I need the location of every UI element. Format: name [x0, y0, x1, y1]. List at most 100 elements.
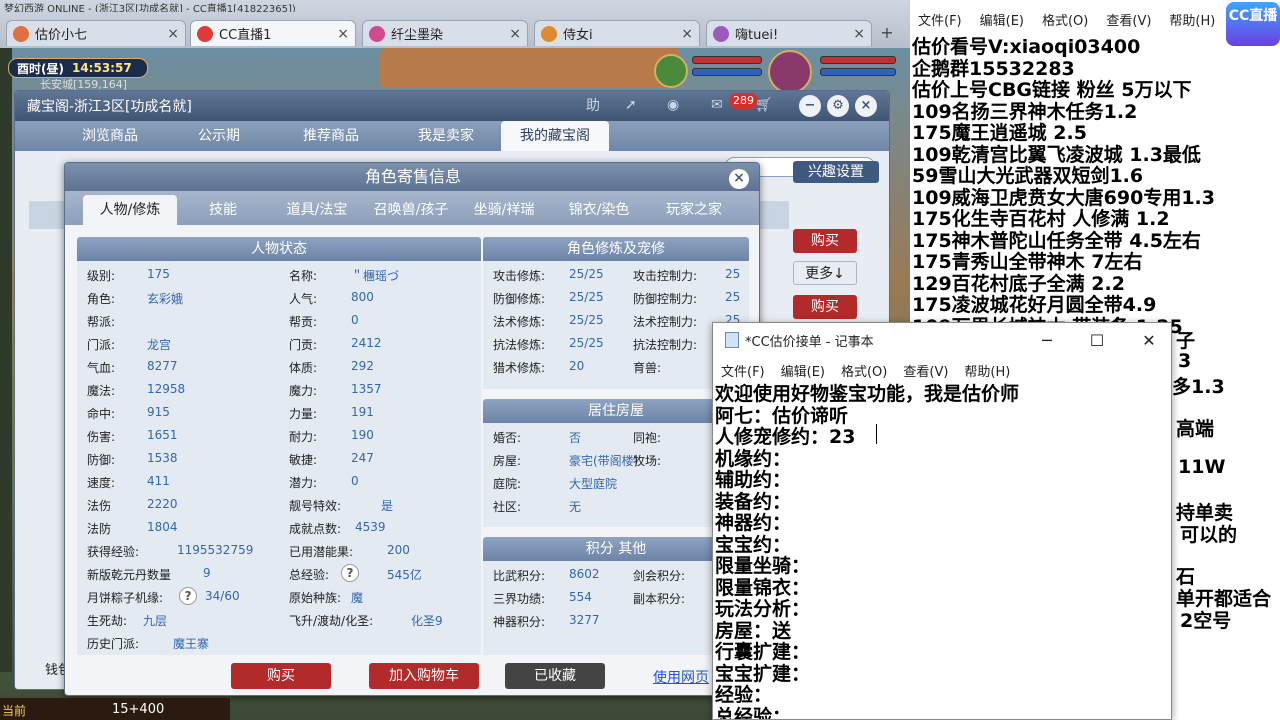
cc-live-logo: CC直播 [1226, 2, 1280, 46]
status-row: 名称: ＂檲瑶づ [289, 267, 479, 287]
status-row: 速度: 411 [87, 474, 277, 494]
pet-hp-bar [692, 56, 762, 64]
info-value-2: 25 [725, 290, 741, 304]
tab-mounts[interactable]: 坐骑/祥瑞 [459, 195, 549, 225]
menu-help[interactable]: 帮助(H) [964, 361, 1010, 380]
nav-seller[interactable]: 我是卖家 [393, 121, 499, 151]
menu-file[interactable]: 文件(F) [918, 10, 962, 29]
tab-cc-live[interactable]: CC直播1 × [190, 20, 356, 46]
nav-publicity[interactable]: 公示期 [169, 121, 269, 151]
info-key: 社区: [493, 500, 522, 514]
notepad-bg-line-partial: 2空号 [1180, 610, 1232, 632]
help-button[interactable]: 助 [581, 95, 605, 117]
cbg-nav: 浏览商品 公示期 推荐商品 我是卖家 我的藏宝阁 ⌕ [15, 121, 889, 177]
status-key: 防御: [87, 453, 116, 467]
settings-button[interactable]: ⚙ [827, 95, 849, 117]
info-value: 8602 [569, 567, 600, 581]
menu-format[interactable]: 格式(O) [841, 361, 887, 380]
house-section-title: 居住房屋 [483, 399, 749, 423]
status-key: 法伤 [87, 499, 112, 513]
menu-edit[interactable]: 编辑(E) [980, 10, 1024, 29]
buy-button-1[interactable]: 购买 [793, 229, 857, 253]
tab-home[interactable]: 玩家之家 [649, 195, 739, 225]
help-icon[interactable]: ? [341, 564, 359, 582]
message-icon[interactable]: ✉ [711, 97, 731, 115]
new-tab-button[interactable]: + [876, 23, 898, 43]
info-key-2: 法术控制力: [633, 315, 698, 329]
tab-items[interactable]: 道具/法宝 [271, 195, 363, 225]
close-icon[interactable]: × [509, 26, 521, 42]
nav-my-cbg[interactable]: 我的藏宝阁 [501, 121, 609, 151]
menu-view[interactable]: 查看(V) [1106, 10, 1151, 29]
more-button[interactable]: 更多↓ [793, 261, 857, 285]
info-value: 25/25 [569, 267, 604, 281]
tab-favicon-icon [13, 25, 29, 42]
add-to-cart-button[interactable]: 加入购物车 [369, 663, 479, 689]
status-row: 人气: 800 [289, 290, 479, 310]
status-key: 门贡: [289, 338, 318, 352]
tab-gujia-xiaoqi[interactable]: 估价小七 × [6, 20, 186, 46]
menu-file[interactable]: 文件(F) [721, 361, 765, 380]
tab-outfit[interactable]: 锦衣/染色 [553, 195, 645, 225]
close-icon[interactable]: × [681, 26, 693, 42]
nav-recommend[interactable]: 推荐商品 [273, 121, 389, 151]
menu-help[interactable]: 帮助(H) [1169, 10, 1215, 29]
tab-shinv[interactable]: 侍女i × [534, 20, 700, 46]
status-value: 34/60 [205, 589, 240, 603]
status-value: 8277 [147, 359, 178, 373]
browser-tab-bar: 梦幻西游 ONLINE - (浙江3区[功成名就] - CC直播1[418223… [0, 0, 910, 48]
close-icon[interactable]: × [337, 26, 349, 42]
status-key: 敏捷: [289, 453, 318, 467]
game-clock-time: 14:53:57 [71, 61, 132, 75]
close-button[interactable]: × [855, 95, 877, 117]
menu-edit[interactable]: 编辑(E) [781, 361, 825, 380]
info-row: 防御修炼: 25/25 防御控制力: 25 [493, 290, 743, 310]
player-avatar[interactable] [768, 50, 812, 94]
status-row: 力量: 191 [289, 405, 479, 425]
minimize-icon[interactable]: ─ [1037, 331, 1057, 350]
nav-browse[interactable]: 浏览商品 [55, 121, 165, 151]
status-value: 190 [351, 428, 374, 442]
notepad-bg-line-partial: 3 [1178, 350, 1192, 372]
status-row: 法防 1804 [87, 520, 277, 540]
buy-button-2[interactable]: 购买 [793, 295, 857, 319]
tab-haituei[interactable]: 嗨tuei! × [706, 20, 872, 46]
info-row: 抗法修炼:25/25抗法控制力:25 [493, 336, 743, 356]
close-icon[interactable]: × [853, 26, 865, 42]
info-key-2: 剑会积分: [633, 569, 686, 583]
pet-avatar[interactable] [654, 54, 688, 88]
interest-settings-button[interactable]: 兴趣设置 [793, 161, 879, 183]
status-row: 角色: 玄彩娥 [87, 290, 277, 310]
maximize-icon[interactable]: ☐ [1087, 331, 1107, 350]
chat-input[interactable]: 15+400 [112, 702, 230, 720]
info-value: 大型庭院 [569, 477, 618, 491]
chat-channel[interactable]: 当前 [2, 702, 26, 719]
tab-skills[interactable]: 技能 [181, 195, 265, 225]
share-icon[interactable]: ➚ [625, 97, 645, 115]
close-icon[interactable]: ✕ [1139, 331, 1159, 350]
modal-buy-button[interactable]: 购买 [231, 663, 331, 689]
menu-format[interactable]: 格式(O) [1042, 10, 1088, 29]
status-row: 生死劫: 九层 [87, 612, 277, 632]
status-value: 玄彩娥 [147, 292, 184, 306]
stop-icon[interactable]: ◉ [667, 97, 687, 115]
minimize-button[interactable]: − [799, 95, 821, 117]
status-row: 获得经验: 1195532759 [87, 543, 277, 563]
status-row: 门派: 龙宫 [87, 336, 277, 356]
status-key: 命中: [87, 407, 116, 421]
status-row: 气血: 8277 [87, 359, 277, 379]
player-hp-bar [820, 56, 896, 64]
tab-pets[interactable]: 召唤兽/孩子 [367, 195, 455, 225]
score-section-title: 积分 其他 [483, 537, 749, 561]
collected-button[interactable]: 已收藏 [505, 663, 605, 689]
status-key: 月饼粽子机缘: [87, 591, 164, 605]
close-icon[interactable]: × [167, 26, 179, 42]
modal-close-button[interactable]: × [729, 169, 749, 189]
use-web-link[interactable]: 使用网页 [653, 667, 709, 687]
help-icon[interactable]: ? [179, 587, 197, 605]
tab-character[interactable]: 人物/修炼 [83, 195, 177, 225]
tab-qianchen[interactable]: 纤尘墨染 × [362, 20, 528, 46]
cart-icon[interactable]: 🛒︎ [755, 97, 775, 115]
status-row: 命中: 915 [87, 405, 277, 425]
menu-view[interactable]: 查看(V) [903, 361, 948, 380]
